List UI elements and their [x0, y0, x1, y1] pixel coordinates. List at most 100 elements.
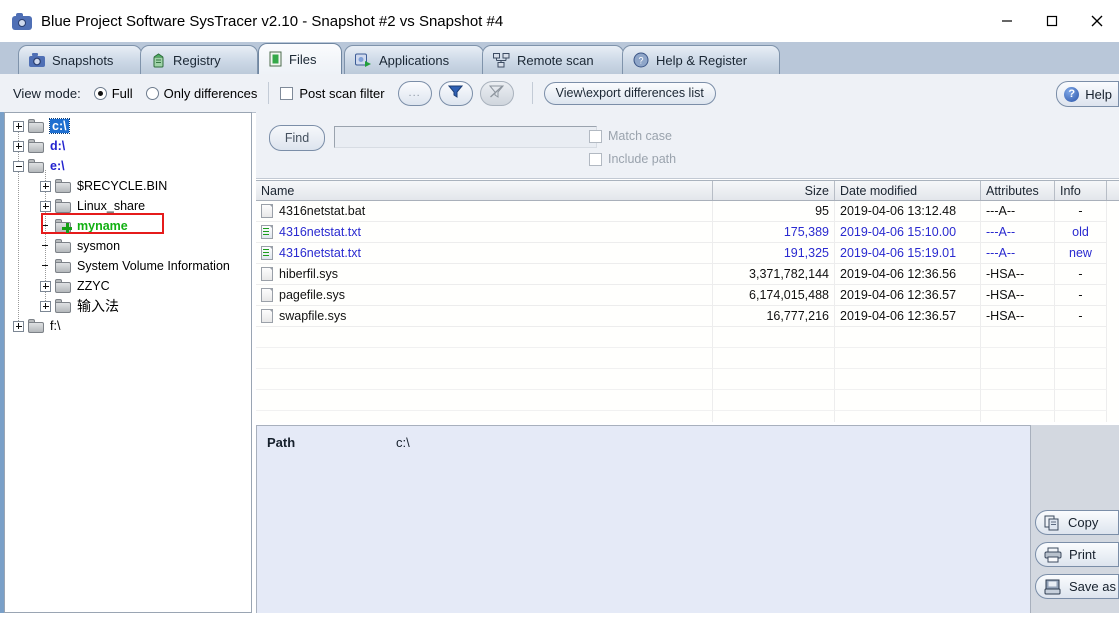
- file-icon: [261, 204, 273, 218]
- title-bar: Blue Project Software SysTracer v2.10 - …: [0, 0, 1119, 42]
- find-button[interactable]: Find: [269, 125, 325, 151]
- tree-item-linux-share[interactable]: Linux_share: [5, 196, 251, 216]
- expand-icon[interactable]: [40, 180, 51, 192]
- match-case-label: Match case: [608, 129, 672, 143]
- camera-icon: [29, 53, 45, 67]
- match-case-checkbox[interactable]: Match case: [589, 129, 672, 143]
- tab-applications[interactable]: Applications: [344, 45, 484, 74]
- tab-registry[interactable]: Registry: [140, 45, 258, 74]
- table-row[interactable]: 4316netstat.txt 191,325 2019-04-06 15:19…: [256, 243, 1119, 264]
- view-export-differences-button[interactable]: View\export differences list: [543, 81, 716, 105]
- table-row[interactable]: 4316netstat.txt 175,389 2019-04-06 15:10…: [256, 222, 1119, 243]
- tab-files[interactable]: Files: [258, 43, 342, 74]
- column-header-attributes[interactable]: Attributes: [981, 181, 1055, 200]
- toolbar-divider: [268, 82, 270, 104]
- cell-size: 191,325: [713, 243, 835, 264]
- checkbox-indicator: [280, 86, 294, 100]
- tree-item-sysmon[interactable]: sysmon: [5, 236, 251, 256]
- table-row[interactable]: pagefile.sys 6,174,015,488 2019-04-06 12…: [256, 285, 1119, 306]
- systracer-window: Blue Project Software SysTracer v2.10 - …: [0, 0, 1119, 625]
- file-icon: [261, 309, 273, 323]
- tab-remote-scan[interactable]: Remote scan: [482, 45, 624, 74]
- empty-row: [256, 348, 1119, 369]
- post-scan-filter-checkbox[interactable]: Post scan filter: [280, 86, 385, 101]
- filter-options-button[interactable]: ...: [397, 80, 432, 106]
- tree-item-e[interactable]: e:\: [5, 156, 251, 176]
- cell-name: 4316netstat.txt: [279, 225, 362, 239]
- column-header-info[interactable]: Info: [1055, 181, 1107, 200]
- text-file-icon: [261, 246, 273, 260]
- folder-icon: [55, 259, 72, 273]
- tree-item-d[interactable]: d:\: [5, 136, 251, 156]
- expand-icon[interactable]: [13, 140, 24, 152]
- cell-name: hiberfil.sys: [279, 267, 339, 281]
- table-row[interactable]: swapfile.sys 16,777,216 2019-04-06 12:36…: [256, 306, 1119, 327]
- cell-date: 2019-04-06 12:36.57: [835, 285, 981, 306]
- cell-attributes: ---A--: [981, 222, 1055, 243]
- expand-icon[interactable]: [40, 280, 51, 292]
- find-bar: Find Match case Include path: [256, 112, 1119, 179]
- tab-snapshots[interactable]: Snapshots: [18, 45, 142, 74]
- help-button-label: Help: [1085, 86, 1112, 102]
- expander-placeholder: [40, 221, 51, 232]
- find-input[interactable]: [334, 126, 597, 148]
- folder-tree[interactable]: c:\ d:\ e:\ $RECYCLE.BIN Linux_share myn…: [4, 112, 252, 613]
- radio-full-label: Full: [111, 85, 133, 101]
- tab-bar: Snapshots Registry Files Applications Re: [0, 42, 1119, 75]
- minimize-icon[interactable]: [984, 0, 1029, 42]
- tab-help-register[interactable]: ? Help & Register: [622, 45, 780, 74]
- expander-placeholder: [40, 241, 51, 252]
- cell-attributes: -HSA--: [981, 306, 1055, 327]
- radio-only-differences[interactable]: Only differences: [145, 86, 257, 101]
- folder-icon: [28, 119, 45, 133]
- cell-info: new: [1055, 243, 1107, 264]
- table-row[interactable]: hiberfil.sys 3,371,782,144 2019-04-06 12…: [256, 264, 1119, 285]
- maximize-icon[interactable]: [1029, 0, 1074, 42]
- tree-item-label: c:\: [49, 118, 70, 134]
- copy-button[interactable]: Copy: [1035, 510, 1119, 535]
- file-icon: [269, 51, 282, 67]
- clear-filter-button[interactable]: [479, 80, 514, 106]
- apply-filter-button[interactable]: [438, 80, 473, 106]
- tree-item-label: ZZYC: [77, 279, 110, 293]
- empty-row: [256, 390, 1119, 411]
- view-mode-label: View mode:: [13, 85, 81, 101]
- table-row[interactable]: 4316netstat.bat 95 2019-04-06 13:12.48 -…: [256, 201, 1119, 222]
- expand-icon[interactable]: [13, 320, 24, 332]
- expand-icon[interactable]: [13, 120, 24, 132]
- close-icon[interactable]: [1074, 0, 1119, 42]
- help-button[interactable]: ? Help: [1056, 81, 1119, 107]
- collapse-icon[interactable]: [13, 160, 24, 172]
- tree-item-label: d:\: [50, 139, 66, 153]
- window-title: Blue Project Software SysTracer v2.10 - …: [41, 12, 504, 30]
- empty-row: [256, 369, 1119, 390]
- tree-item-zzyc[interactable]: ZZYC: [5, 276, 251, 296]
- print-button[interactable]: Print: [1035, 542, 1119, 567]
- path-label: Path: [267, 435, 296, 450]
- save-as-button[interactable]: Save as: [1035, 574, 1119, 599]
- tree-item-label: f:\: [50, 319, 61, 333]
- cell-size: 6,174,015,488: [713, 285, 835, 306]
- file-icon: [261, 288, 273, 302]
- cell-info: old: [1055, 222, 1107, 243]
- tree-item-input-method[interactable]: 输入法: [5, 296, 251, 316]
- tab-label: Help & Register: [656, 52, 748, 68]
- tree-item-myname[interactable]: myname: [5, 216, 251, 236]
- folder-icon: [28, 319, 45, 333]
- registry-icon: [151, 52, 166, 68]
- cell-size: 95: [713, 201, 835, 222]
- tree-item-f[interactable]: f:\: [5, 316, 251, 336]
- cell-attributes: -HSA--: [981, 285, 1055, 306]
- include-path-checkbox[interactable]: Include path: [589, 152, 676, 166]
- tree-item-c[interactable]: c:\: [5, 116, 251, 136]
- column-header-name[interactable]: Name: [256, 181, 713, 200]
- tree-item-recycle-bin[interactable]: $RECYCLE.BIN: [5, 176, 251, 196]
- radio-full[interactable]: Full: [93, 85, 133, 101]
- column-header-date[interactable]: Date modified: [835, 181, 981, 200]
- tree-item-system-volume-information[interactable]: System Volume Information: [5, 256, 251, 276]
- expand-icon[interactable]: [40, 300, 51, 312]
- expand-icon[interactable]: [40, 200, 51, 212]
- file-list[interactable]: Name Size Date modified Attributes Info …: [256, 180, 1119, 422]
- column-header-size[interactable]: Size: [713, 181, 835, 200]
- tree-item-label: sysmon: [77, 239, 121, 253]
